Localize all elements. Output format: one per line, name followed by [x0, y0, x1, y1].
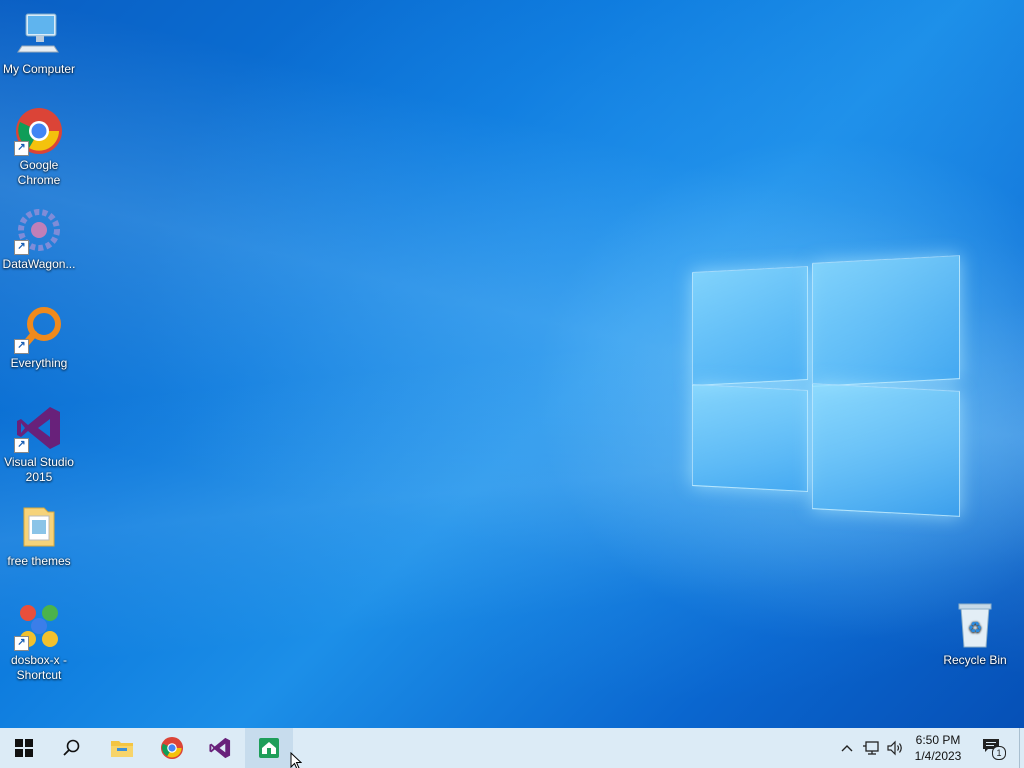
shortcut-arrow-icon: ↗ — [14, 339, 29, 354]
desktop-icon-dosbox[interactable]: ↗ dosbox-x - Shortcut — [0, 601, 78, 683]
desktop-icon-my-computer[interactable]: My Computer — [0, 10, 78, 77]
visual-studio-taskbar-button[interactable] — [196, 728, 244, 768]
desktop-icon-free-themes[interactable]: free themes — [0, 502, 78, 569]
shortcut-arrow-icon: ↗ — [14, 141, 29, 156]
everything-search-icon: ↗ — [14, 304, 64, 354]
desktop-icon-datawagon[interactable]: ↗ DataWagon... — [0, 205, 78, 272]
active-app-taskbar-button[interactable] — [245, 728, 293, 768]
clock-date: 1/4/2023 — [914, 749, 962, 763]
shortcut-arrow-icon: ↗ — [14, 636, 29, 651]
icon-label: Recycle Bin — [943, 653, 1007, 667]
search-button[interactable] — [48, 728, 96, 768]
chrome-icon — [160, 736, 184, 760]
taskbar: 6:50 PM 1/4/2023 1 — [0, 728, 1024, 768]
icon-label: DataWagon... — [2, 257, 76, 271]
icon-label: Visual Studio 2015 — [4, 455, 74, 484]
computer-icon — [14, 10, 64, 60]
show-desktop-button[interactable] — [1019, 728, 1024, 768]
network-icon — [863, 741, 879, 755]
recycle-bin-icon: ♻ — [950, 601, 1000, 651]
search-icon — [63, 739, 80, 756]
icon-label: Everything — [10, 356, 68, 370]
volume-tray-button[interactable] — [884, 728, 906, 768]
icon-label: My Computer — [2, 62, 76, 76]
folder-icon — [14, 502, 64, 552]
dosbox-icon: ↗ — [14, 601, 64, 651]
show-hidden-icons-button[interactable] — [836, 728, 858, 768]
file-explorer-icon — [111, 741, 133, 757]
icon-label: free themes — [7, 554, 71, 568]
clock-time: 6:50 PM — [915, 733, 961, 747]
network-tray-button[interactable] — [860, 728, 882, 768]
icon-label: Google Chrome — [17, 158, 61, 187]
taskbar-clock[interactable]: 6:50 PM 1/4/2023 — [908, 732, 968, 764]
start-icon — [15, 739, 33, 757]
chrome-icon: ↗ — [14, 106, 64, 156]
notification-count-badge: 1 — [992, 746, 1006, 760]
start-button[interactable] — [0, 728, 48, 768]
desktop-icon-visual-studio[interactable]: ↗ Visual Studio 2015 — [0, 403, 78, 485]
active-app-icon — [259, 738, 279, 758]
desktop-icon-everything[interactable]: ↗ Everything — [0, 304, 78, 371]
desktop-background: My Computer ↗ Google Chrome ↗ DataWagon.… — [0, 0, 1024, 728]
icon-label: dosbox-x - Shortcut — [10, 653, 68, 682]
datawagon-icon: ↗ — [14, 205, 64, 255]
desktop-icon-google-chrome[interactable]: ↗ Google Chrome — [0, 106, 78, 188]
volume-icon — [887, 740, 902, 756]
visual-studio-icon: ↗ — [14, 403, 64, 453]
svg-text:♻: ♻ — [968, 618, 982, 637]
visual-studio-icon — [209, 737, 231, 759]
mouse-cursor-icon — [290, 752, 302, 768]
desktop-icon-recycle-bin[interactable]: ♻ Recycle Bin — [936, 601, 1014, 668]
shortcut-arrow-icon: ↗ — [14, 438, 29, 453]
chevron-up-icon — [841, 745, 853, 752]
chrome-taskbar-button[interactable] — [148, 728, 196, 768]
action-center-button[interactable]: 1 — [978, 728, 1008, 768]
shortcut-arrow-icon: ↗ — [14, 240, 29, 255]
windows-logo-wallpaper — [690, 247, 962, 522]
file-explorer-button[interactable] — [98, 728, 146, 768]
